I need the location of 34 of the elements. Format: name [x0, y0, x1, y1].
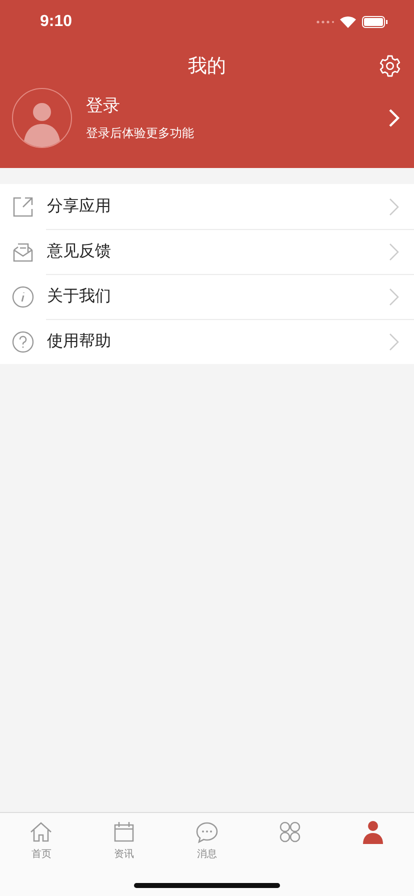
chevron-icon: [388, 286, 400, 306]
login-hint: 登录后体验更多功能: [86, 125, 195, 142]
chevron-icon: [388, 242, 400, 262]
tab-label: 首页: [31, 848, 52, 861]
tab-label: 消息: [196, 848, 217, 861]
info-icon: [12, 286, 34, 308]
grid-icon: [278, 820, 302, 844]
chat-icon: [194, 820, 219, 844]
envelope-icon: [12, 240, 34, 262]
menu-item[interactable]: 分享应用: [0, 184, 414, 229]
menu-item[interactable]: 使用帮助: [0, 319, 414, 364]
menu-item[interactable]: 关于我们: [0, 274, 414, 319]
status-time: 9:10: [40, 13, 72, 31]
battery-icon: [362, 16, 388, 28]
settings-icon[interactable]: [378, 54, 402, 78]
menu-label: 使用帮助: [47, 331, 112, 352]
page-title: 我的: [188, 54, 226, 79]
signal-icon: [316, 20, 334, 24]
login-link[interactable]: 登录: [86, 94, 374, 117]
chevron-icon: [388, 332, 400, 352]
chevron-icon[interactable]: [388, 108, 400, 128]
home-icon: [29, 820, 54, 844]
menu-label: 关于我们: [47, 286, 112, 307]
help-icon: [12, 330, 34, 352]
menu-label: 意见反馈: [47, 241, 112, 262]
menu-item[interactable]: 意见反馈: [0, 229, 414, 274]
menu-label: 分享应用: [47, 196, 112, 217]
tab-label: 资讯: [114, 848, 134, 861]
tab-item[interactable]: 消息: [166, 813, 248, 896]
share-icon: [12, 196, 34, 218]
calendar-icon: [112, 820, 136, 844]
person-icon: [360, 820, 385, 844]
chevron-icon: [388, 196, 400, 216]
wifi-icon: [340, 16, 356, 28]
